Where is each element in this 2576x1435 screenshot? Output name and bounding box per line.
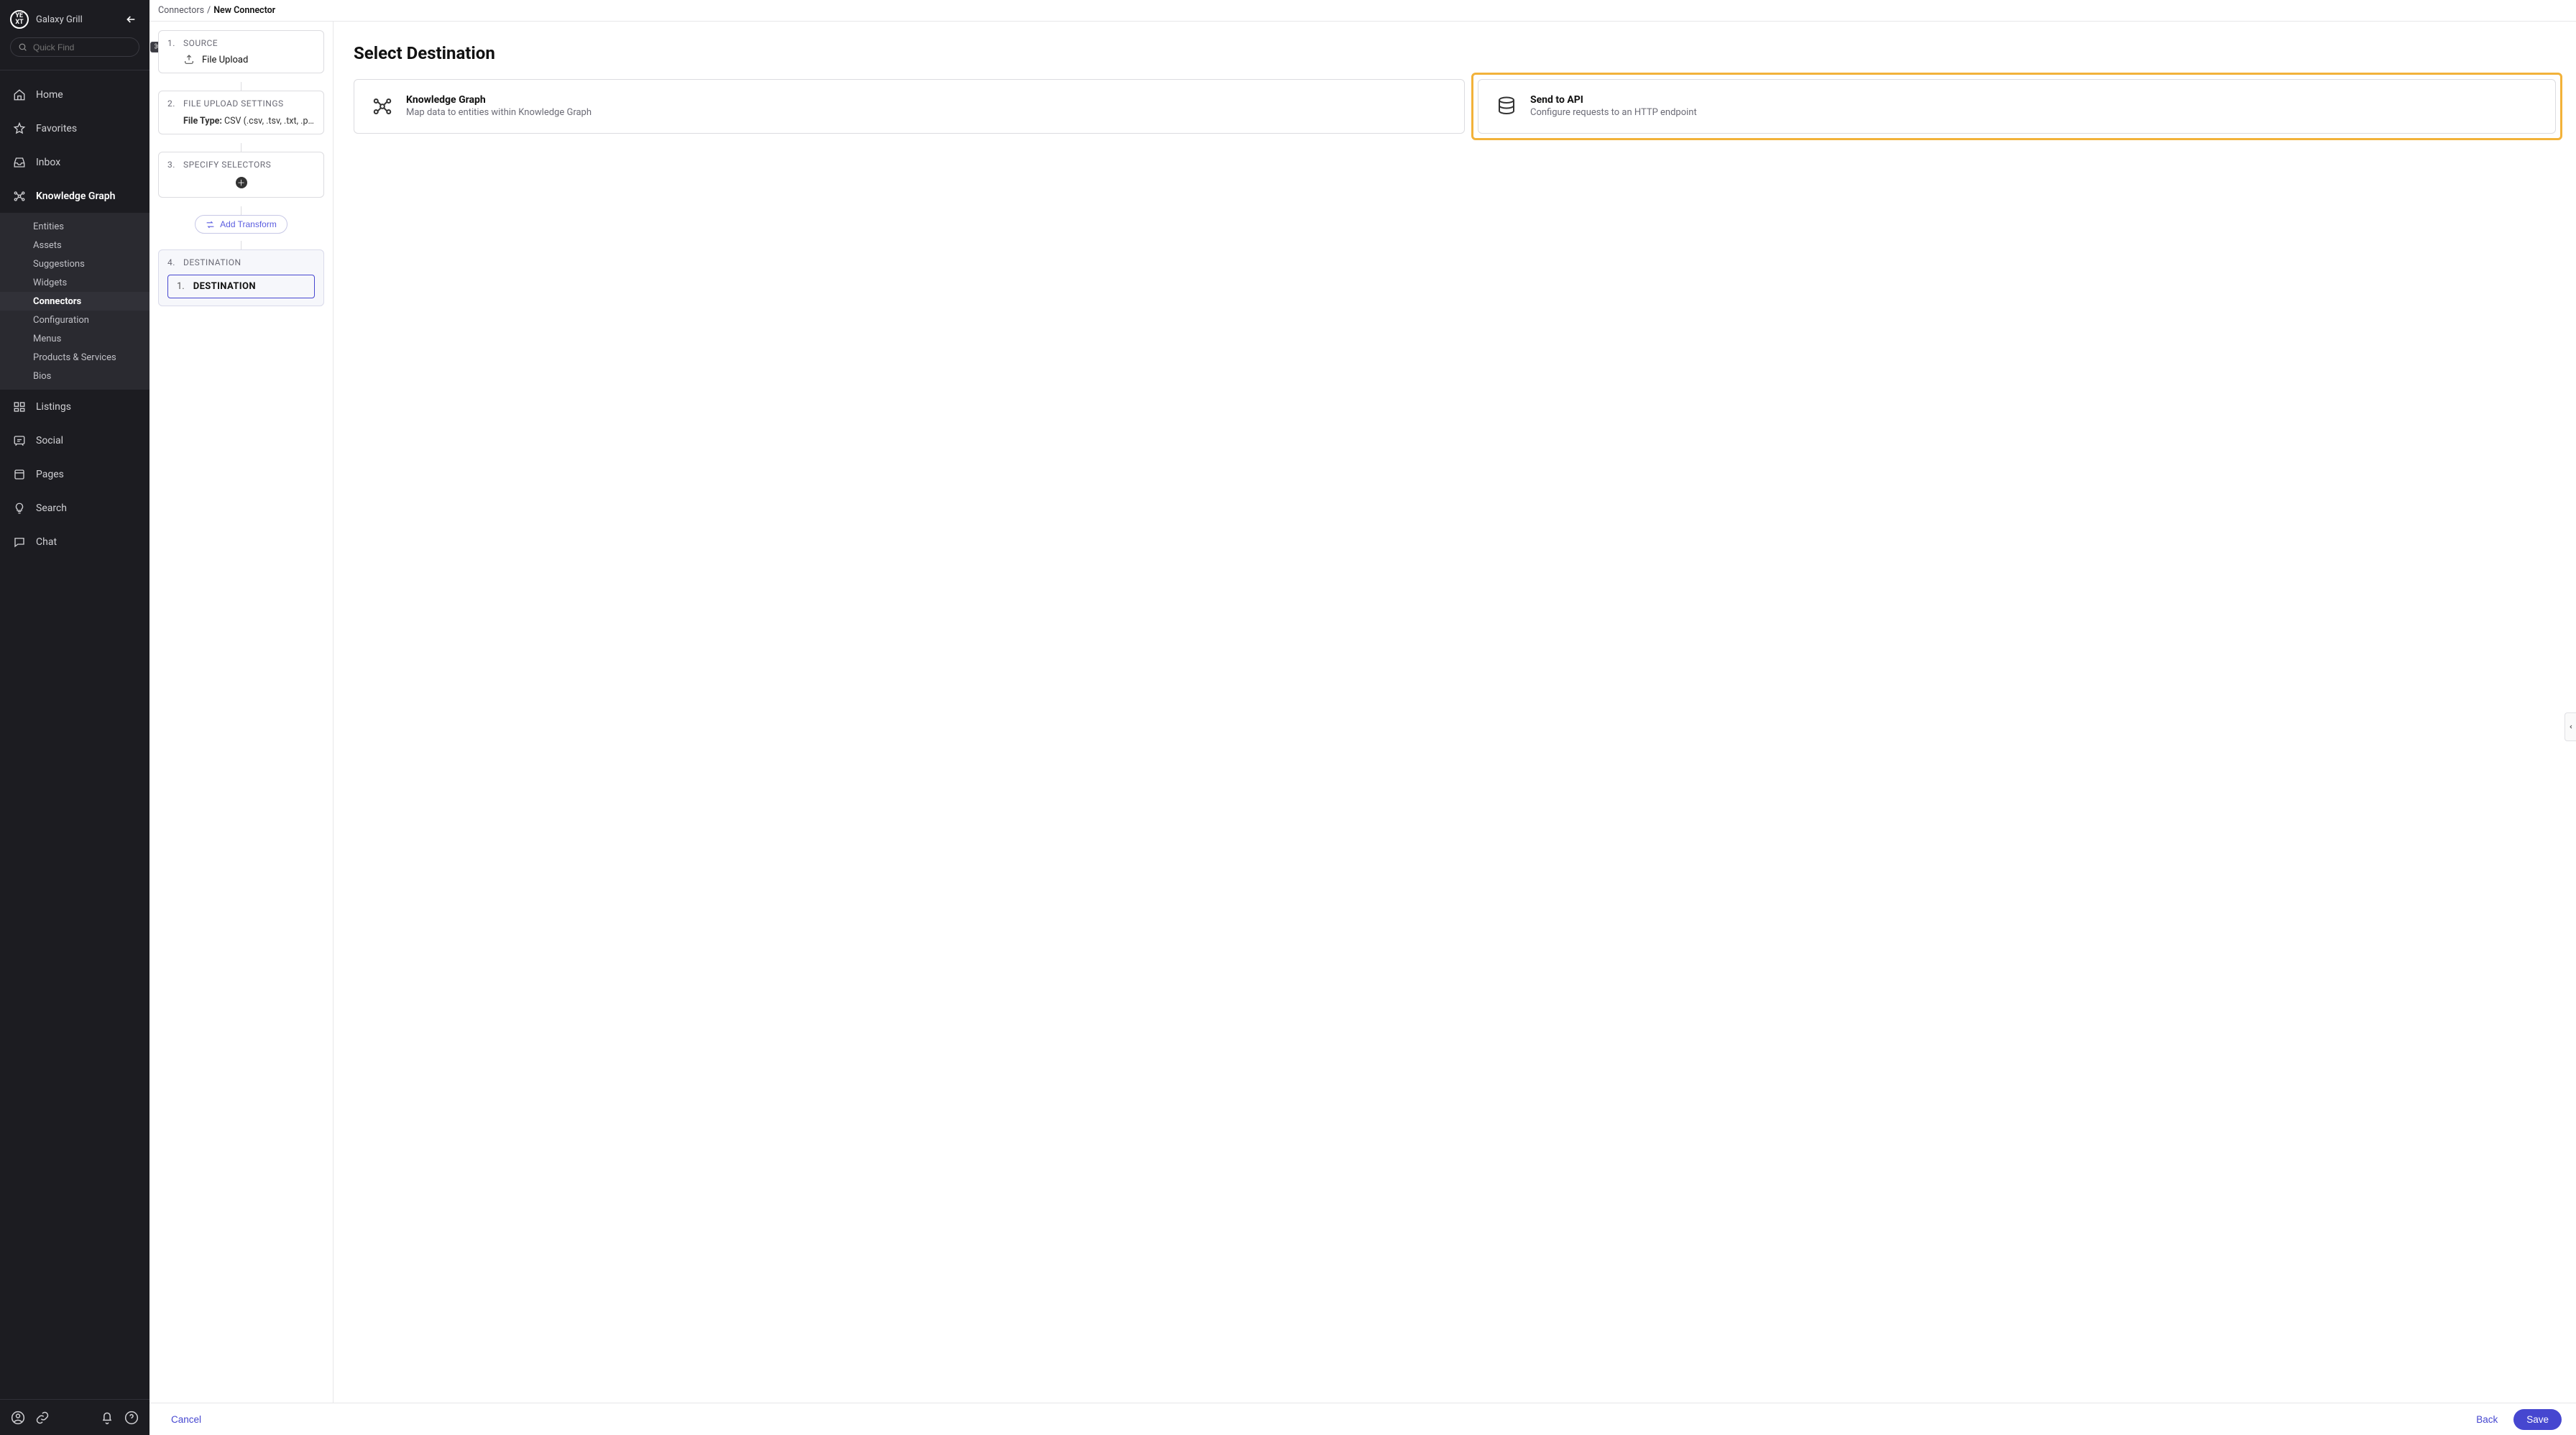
crumb-current: New Connector <box>213 5 275 16</box>
subnav-suggestions[interactable]: Suggestions <box>0 255 150 273</box>
crumb-connectors[interactable]: Connectors <box>158 5 204 16</box>
graph-icon <box>370 94 395 119</box>
wf-step-selectors[interactable]: 3.SPECIFY SELECTORS ＋ <box>158 152 324 198</box>
brand-logo[interactable]: YEXT <box>10 10 29 29</box>
card-kg-desc: Map data to entities within Knowledge Gr… <box>406 107 592 118</box>
nav-home[interactable]: Home <box>0 78 150 111</box>
subnav-bios[interactable]: Bios <box>0 367 150 385</box>
main-area: Connectors / New Connector 1.SOURCE File… <box>150 0 2576 1435</box>
card-kg-title: Knowledge Graph <box>406 94 592 106</box>
nav-pages[interactable]: Pages <box>0 457 150 491</box>
nav-listings[interactable]: Listings <box>0 390 150 423</box>
social-icon <box>13 434 26 447</box>
database-icon <box>1494 94 1519 119</box>
footer-bar: Cancel Back Save <box>150 1403 2576 1435</box>
star-icon <box>13 122 26 135</box>
nav-inbox-label: Inbox <box>36 157 60 168</box>
nav-social[interactable]: Social <box>0 423 150 457</box>
nav-chat[interactable]: Chat <box>0 525 150 559</box>
main-nav: Home Favorites Inbox Knowledge Graph Ent… <box>0 70 150 1399</box>
quick-find-input[interactable]: ⌘ K <box>10 37 139 57</box>
breadcrumb: Connectors / New Connector <box>150 0 2576 22</box>
link-icon[interactable] <box>34 1410 50 1426</box>
wf-source-value: File Upload <box>202 55 248 65</box>
pages-icon <box>13 468 26 481</box>
subnav-widgets[interactable]: Widgets <box>0 273 150 292</box>
upload-icon <box>183 54 195 65</box>
wf-step-destination[interactable]: 4.DESTINATION 1. DESTINATION <box>158 249 324 306</box>
add-selector-button[interactable]: ＋ <box>236 177 247 188</box>
nav-chat-label: Chat <box>36 536 57 548</box>
nav-favorites[interactable]: Favorites <box>0 111 150 145</box>
quick-find-field[interactable] <box>33 42 144 52</box>
wf-step-settings[interactable]: 2.FILE UPLOAD SETTINGS File Type: CSV (.… <box>158 91 324 134</box>
subnav-connectors[interactable]: Connectors <box>0 292 150 311</box>
home-icon <box>13 88 26 101</box>
wf-destination-sub[interactable]: 1. DESTINATION <box>167 275 315 298</box>
subnav-menus[interactable]: Menus <box>0 329 150 348</box>
brand-row: YEXT Galaxy Grill <box>10 9 139 30</box>
bell-icon[interactable] <box>99 1410 115 1426</box>
nav-pages-label: Pages <box>36 469 64 480</box>
subnav-products[interactable]: Products & Services <box>0 348 150 367</box>
chat-icon <box>13 536 26 549</box>
cancel-button[interactable]: Cancel <box>164 1410 208 1429</box>
nav-favorites-label: Favorites <box>36 123 77 134</box>
subnav-entities[interactable]: Entities <box>0 217 150 236</box>
inbox-icon <box>13 156 26 169</box>
crumb-sep: / <box>207 5 211 16</box>
nav-kg-label: Knowledge Graph <box>36 191 115 202</box>
org-name[interactable]: Galaxy Grill <box>36 14 83 25</box>
save-button[interactable]: Save <box>2513 1409 2562 1430</box>
workflow-column: 1.SOURCE File Upload 2.FILE UPLOAD SETTI… <box>150 22 334 1403</box>
search-icon <box>18 42 27 52</box>
bulb-icon <box>13 502 26 515</box>
add-transform-button[interactable]: Add Transform <box>195 215 288 234</box>
nav-knowledge-graph[interactable]: Knowledge Graph <box>0 179 150 213</box>
search-wrap: ⌘ K <box>0 37 150 70</box>
subnav-assets[interactable]: Assets <box>0 236 150 255</box>
page-title: Select Destination <box>354 43 2556 63</box>
wf-step-source[interactable]: 1.SOURCE File Upload <box>158 30 324 73</box>
card-api-desc: Configure requests to an HTTP endpoint <box>1530 107 1697 118</box>
collapse-panel-button[interactable] <box>2564 712 2576 741</box>
graph-icon <box>13 190 26 203</box>
card-knowledge-graph[interactable]: Knowledge Graph Map data to entities wit… <box>354 79 1465 134</box>
content-area: Select Destination Knowledge Graph Map d… <box>334 22 2576 1403</box>
user-icon[interactable] <box>10 1410 26 1426</box>
card-api-title: Send to API <box>1530 94 1697 106</box>
sidebar: YEXT Galaxy Grill ⌘ K Home <box>0 0 150 1435</box>
nav-search-label: Search <box>36 503 67 514</box>
nav-search[interactable]: Search <box>0 491 150 525</box>
nav-listings-label: Listings <box>36 401 71 413</box>
sidebar-header: YEXT Galaxy Grill <box>0 0 150 30</box>
nav-social-label: Social <box>36 435 63 446</box>
nav-inbox[interactable]: Inbox <box>0 145 150 179</box>
sidebar-footer <box>0 1399 150 1435</box>
destination-cards: Knowledge Graph Map data to entities wit… <box>354 79 2556 134</box>
sidebar-back-icon[interactable] <box>122 11 139 28</box>
nav-home-label: Home <box>36 89 63 101</box>
help-icon[interactable] <box>124 1410 139 1426</box>
back-button[interactable]: Back <box>2469 1410 2505 1429</box>
subnav-configuration[interactable]: Configuration <box>0 311 150 329</box>
listings-icon <box>13 400 26 413</box>
card-send-to-api[interactable]: Send to API Configure requests to an HTT… <box>1478 79 2556 134</box>
kg-subnav: Entities Assets Suggestions Widgets Conn… <box>0 213 150 390</box>
